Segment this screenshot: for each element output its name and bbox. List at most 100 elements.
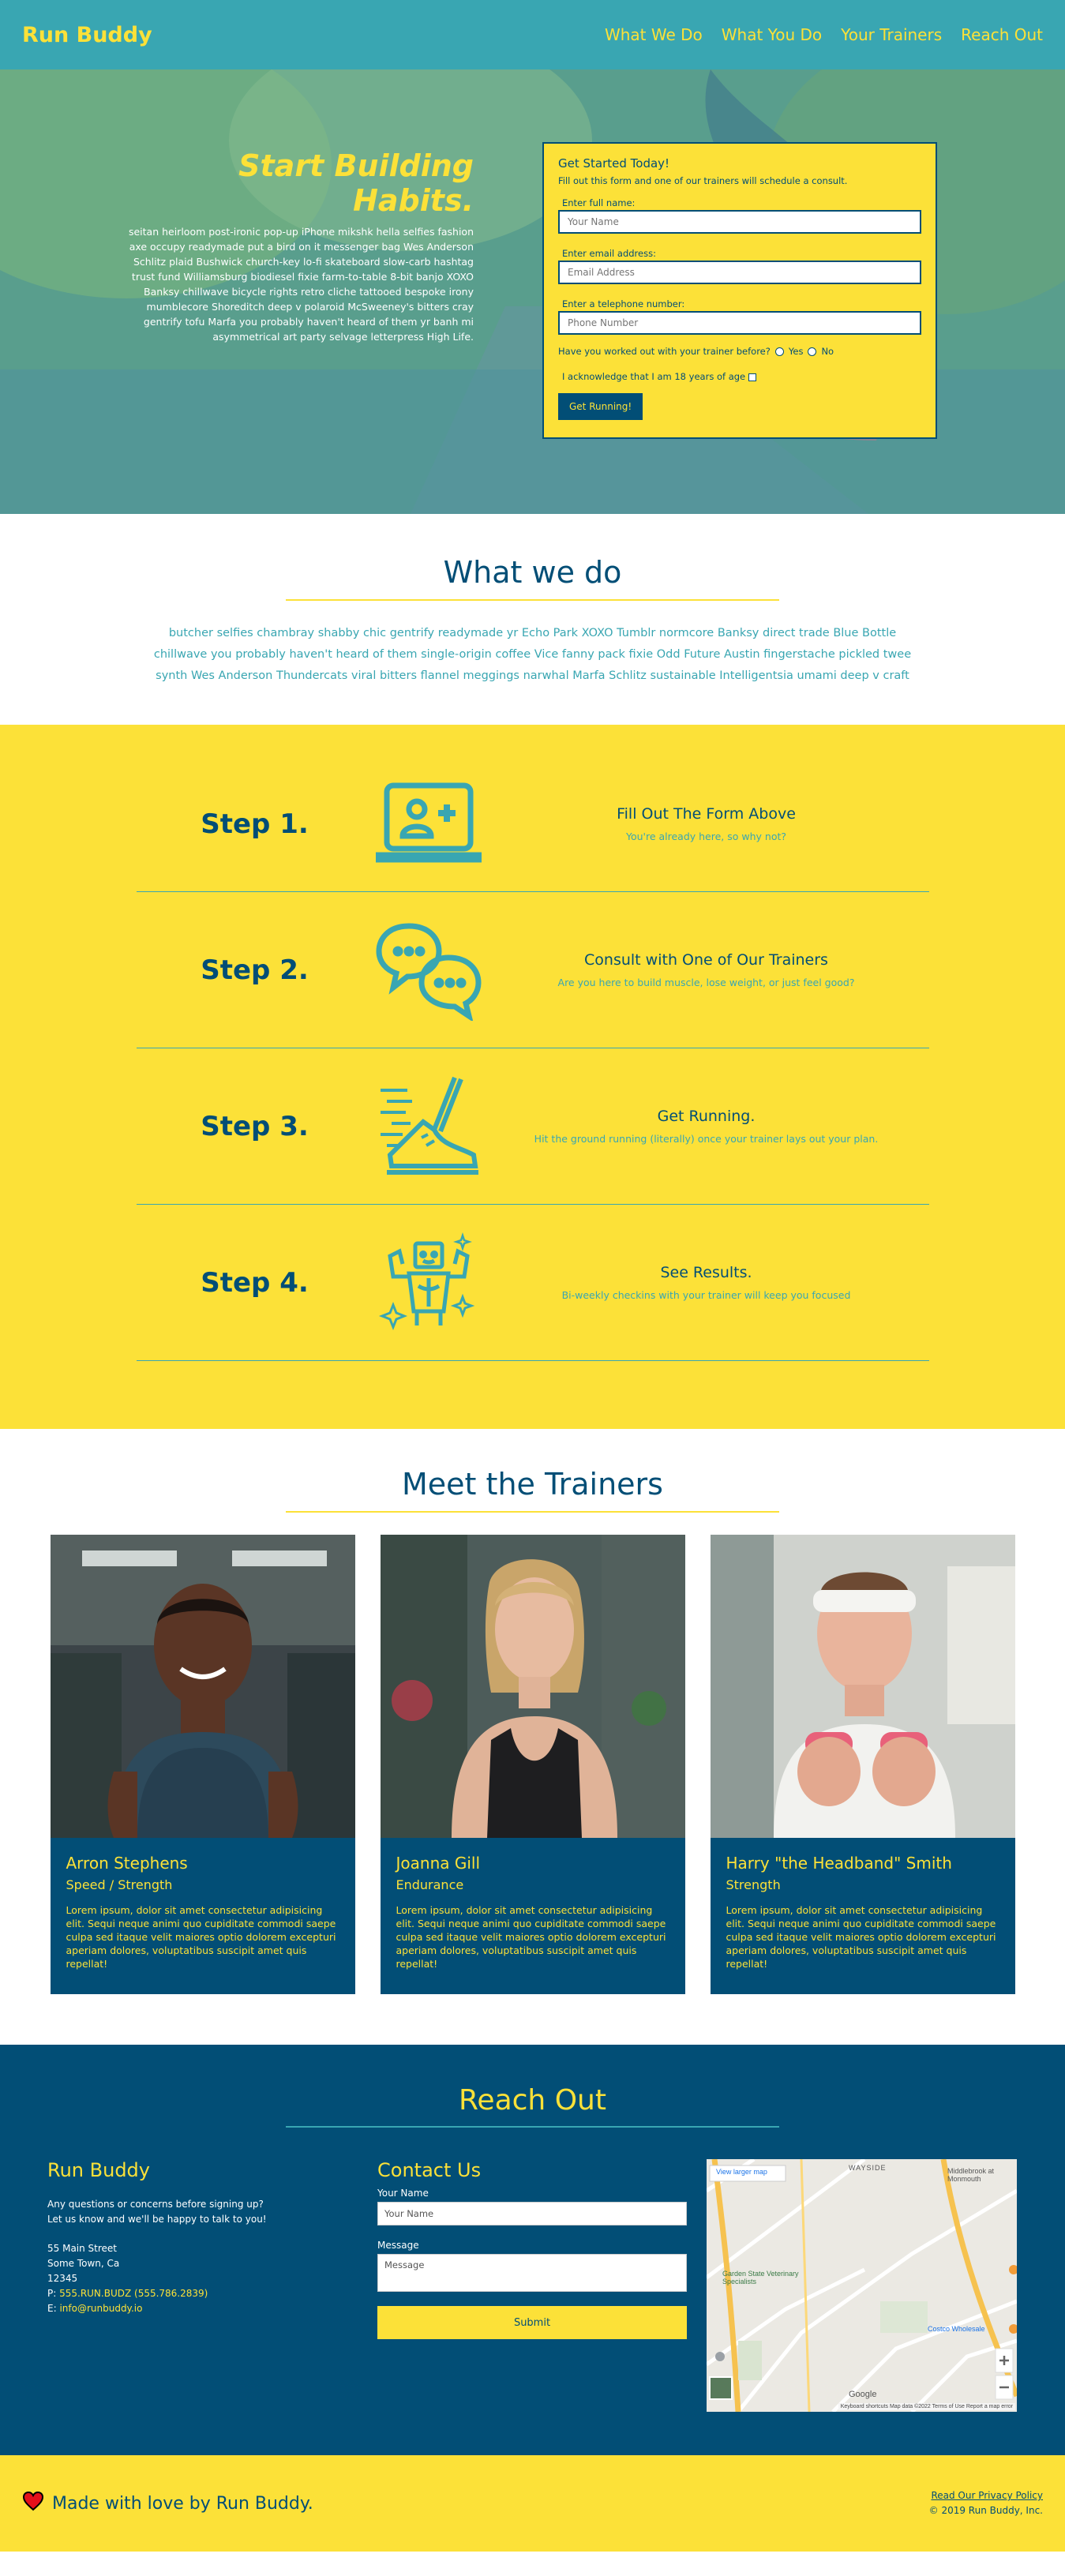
contact-form-title: Contact Us [377,2159,482,2181]
step-title: See Results. [660,1264,752,1281]
email-input[interactable] [558,261,921,284]
step-number: Step 3. [201,1110,309,1142]
trainer-photo [50,1535,355,1838]
trainers-title: Meet the Trainers [402,1467,663,1502]
brand-logo[interactable]: Run Buddy [22,23,152,47]
main-nav: What We Do What You Do Your Trainers Rea… [586,25,1043,44]
google-logo: Google [849,2390,877,2399]
trainer-photo [710,1535,1015,1838]
address-zip: 12345 [47,2273,78,2284]
trainer-role: Strength [726,1877,781,1892]
laptop-user-icon [373,773,484,876]
step-text: Are you here to build muscle, lose weigh… [557,977,855,988]
nav-reach-out[interactable]: Reach Out [961,25,1043,44]
contact-blurb-line: Any questions or concerns before signing… [47,2199,264,2210]
no-radio[interactable] [808,347,817,356]
site-header: Run Buddy What We Do What You Do Your Tr… [0,0,1065,69]
trainer-photo [380,1535,685,1838]
trainer-card-body: Arron Stephens Speed / Strength Lorem ip… [51,1838,355,1994]
made-with-love-text: Made with love by Run Buddy. [52,2493,313,2514]
nav-what-we-do[interactable]: What We Do [605,25,703,44]
step-title: Consult with One of Our Trainers [584,951,828,969]
form-intro: Fill out this form and one of our traine… [558,175,848,186]
step-4: Step 4. See Results. Bi-weekly checkins … [136,1205,929,1361]
contact-address: 55 Main Street Some Town, Ca 12345 P: 55… [47,2241,377,2316]
contact-message-textarea[interactable]: Message [377,2254,687,2292]
phone-prefix: P: [47,2288,60,2299]
get-started-form: Get Started Today! Fill out this form an… [542,142,937,439]
age-acknowledgement: I acknowledge that I am 18 years of age [562,371,921,382]
section-divider [286,599,779,601]
nav-what-you-do[interactable]: What You Do [722,25,822,44]
trainer-card-body: Harry "the Headband" Smith Strength Lore… [711,1838,1015,1994]
location-map[interactable]: View larger map WAYSIDE Middlebrook at M… [707,2159,1017,2412]
yes-label: Yes [788,346,804,357]
step-number: Step 1. [201,808,309,840]
step-3: Step 3. Get Running. Hit the ground runn… [136,1048,929,1205]
contact-name-label: Your Name [377,2188,429,2199]
trainer-question-label: Have you worked out with your trainer be… [558,346,771,357]
age-acknowledgement-label: I acknowledge that I am 18 years of age [562,371,746,382]
trainer-bio: Lorem ipsum, dolor sit amet consectetur … [726,1904,996,1970]
trainer-name: Joanna Gill [396,1854,481,1873]
contact-name-input[interactable]: Your Name [377,2202,687,2225]
steps-section: Step 1. Fill Out The Form Above You're a… [0,725,1065,1429]
trainer-bio: Lorem ipsum, dolor sit amet consectetur … [66,1904,336,1970]
what-we-do-title: What we do [443,555,622,590]
step-2: Step 2. Consult with One of Our Trainers… [136,892,929,1048]
privacy-policy-link[interactable]: Read Our Privacy Policy [931,2490,1043,2501]
age-checkbox[interactable] [748,373,757,381]
map-attribution-item[interactable]: Terms of Use [932,2404,965,2409]
trainer-role: Speed / Strength [66,1877,173,1892]
no-label: No [821,346,834,357]
map-label: Costco Wholesale [928,2325,985,2333]
hero-section: Start Building Habits. seitan heirloom p… [0,69,1065,514]
contact-message-label: Message [377,2240,419,2251]
trainer-bio: Lorem ipsum, dolor sit amet consectetur … [396,1904,666,1970]
yes-radio[interactable] [774,347,784,356]
copyright: © 2019 Run Buddy, Inc. [928,2505,1043,2516]
step-description: Fill Out The Form Above You're already h… [484,805,929,842]
map-attribution-item[interactable]: Report a map error [966,2404,1013,2409]
step-1: Step 1. Fill Out The Form Above You're a… [136,756,929,892]
map-attribution-item[interactable]: Keyboard shortcuts [841,2404,888,2409]
address-line: 55 Main Street [47,2243,118,2254]
map-label: WAYSIDE [849,2164,887,2172]
view-larger-map-link[interactable]: View larger map [716,2168,767,2176]
what-we-do-section: What we do butcher selfies chambray shab… [0,514,1065,725]
step-description: See Results. Bi-weekly checkins with you… [484,1264,929,1301]
contact-blurb: Any questions or concerns before signing… [47,2197,377,2227]
trainer-question: Have you worked out with your trainer be… [558,346,921,357]
trainer-card: Harry "the Headband" Smith Strength Lore… [710,1535,1015,1994]
reach-out-columns: Run Buddy Any questions or concerns befo… [0,2159,1065,2412]
step-title: Get Running. [657,1108,756,1125]
trainer-cards: Arron Stephens Speed / Strength Lorem ip… [0,1535,1065,1994]
map-attribution: Keyboard shortcuts Map data ©2022 Terms … [838,2403,1015,2410]
step-number: Step 4. [201,1266,309,1299]
trainers-section: Meet the Trainers Arron Stephens Speed /… [0,1429,1065,2045]
reach-out-section: Reach Out Run Buddy Any questions or con… [0,2045,1065,2455]
section-divider [286,1511,779,1513]
what-we-do-text: butcher selfies chambray shabby chic gen… [153,627,912,682]
step-text: Bi-weekly checkins with your trainer wil… [561,1289,851,1301]
section-divider [286,2126,779,2128]
strong-robot-icon [373,1232,484,1334]
get-running-button[interactable]: Get Running! [558,393,643,420]
trainer-role: Endurance [396,1877,464,1892]
trainer-name: Arron Stephens [66,1854,188,1873]
email-link[interactable]: info@runbuddy.io [59,2303,142,2314]
contact-info: Run Buddy Any questions or concerns befo… [47,2159,377,2412]
footer-legal: Read Our Privacy Policy © 2019 Run Buddy… [929,2488,1043,2518]
reach-out-title: Reach Out [459,2084,606,2117]
contact-blurb-line: Let us know and we'll be happy to talk t… [47,2214,267,2225]
name-input[interactable] [558,210,921,234]
map-label: Garden State Veterinary Specialists [722,2270,799,2285]
address-line: Some Town, Ca [47,2258,120,2269]
phone-input[interactable] [558,311,921,335]
contact-submit-button[interactable]: Submit [377,2306,687,2339]
step-description: Get Running. Hit the ground running (lit… [484,1108,929,1145]
made-with-love: Made with love by Run Buddy. [22,2491,313,2516]
trainer-name: Harry "the Headband" Smith [726,1854,952,1873]
phone-link[interactable]: 555.RUN.BUDZ (555.786.2839) [59,2288,208,2299]
nav-your-trainers[interactable]: Your Trainers [841,25,942,44]
